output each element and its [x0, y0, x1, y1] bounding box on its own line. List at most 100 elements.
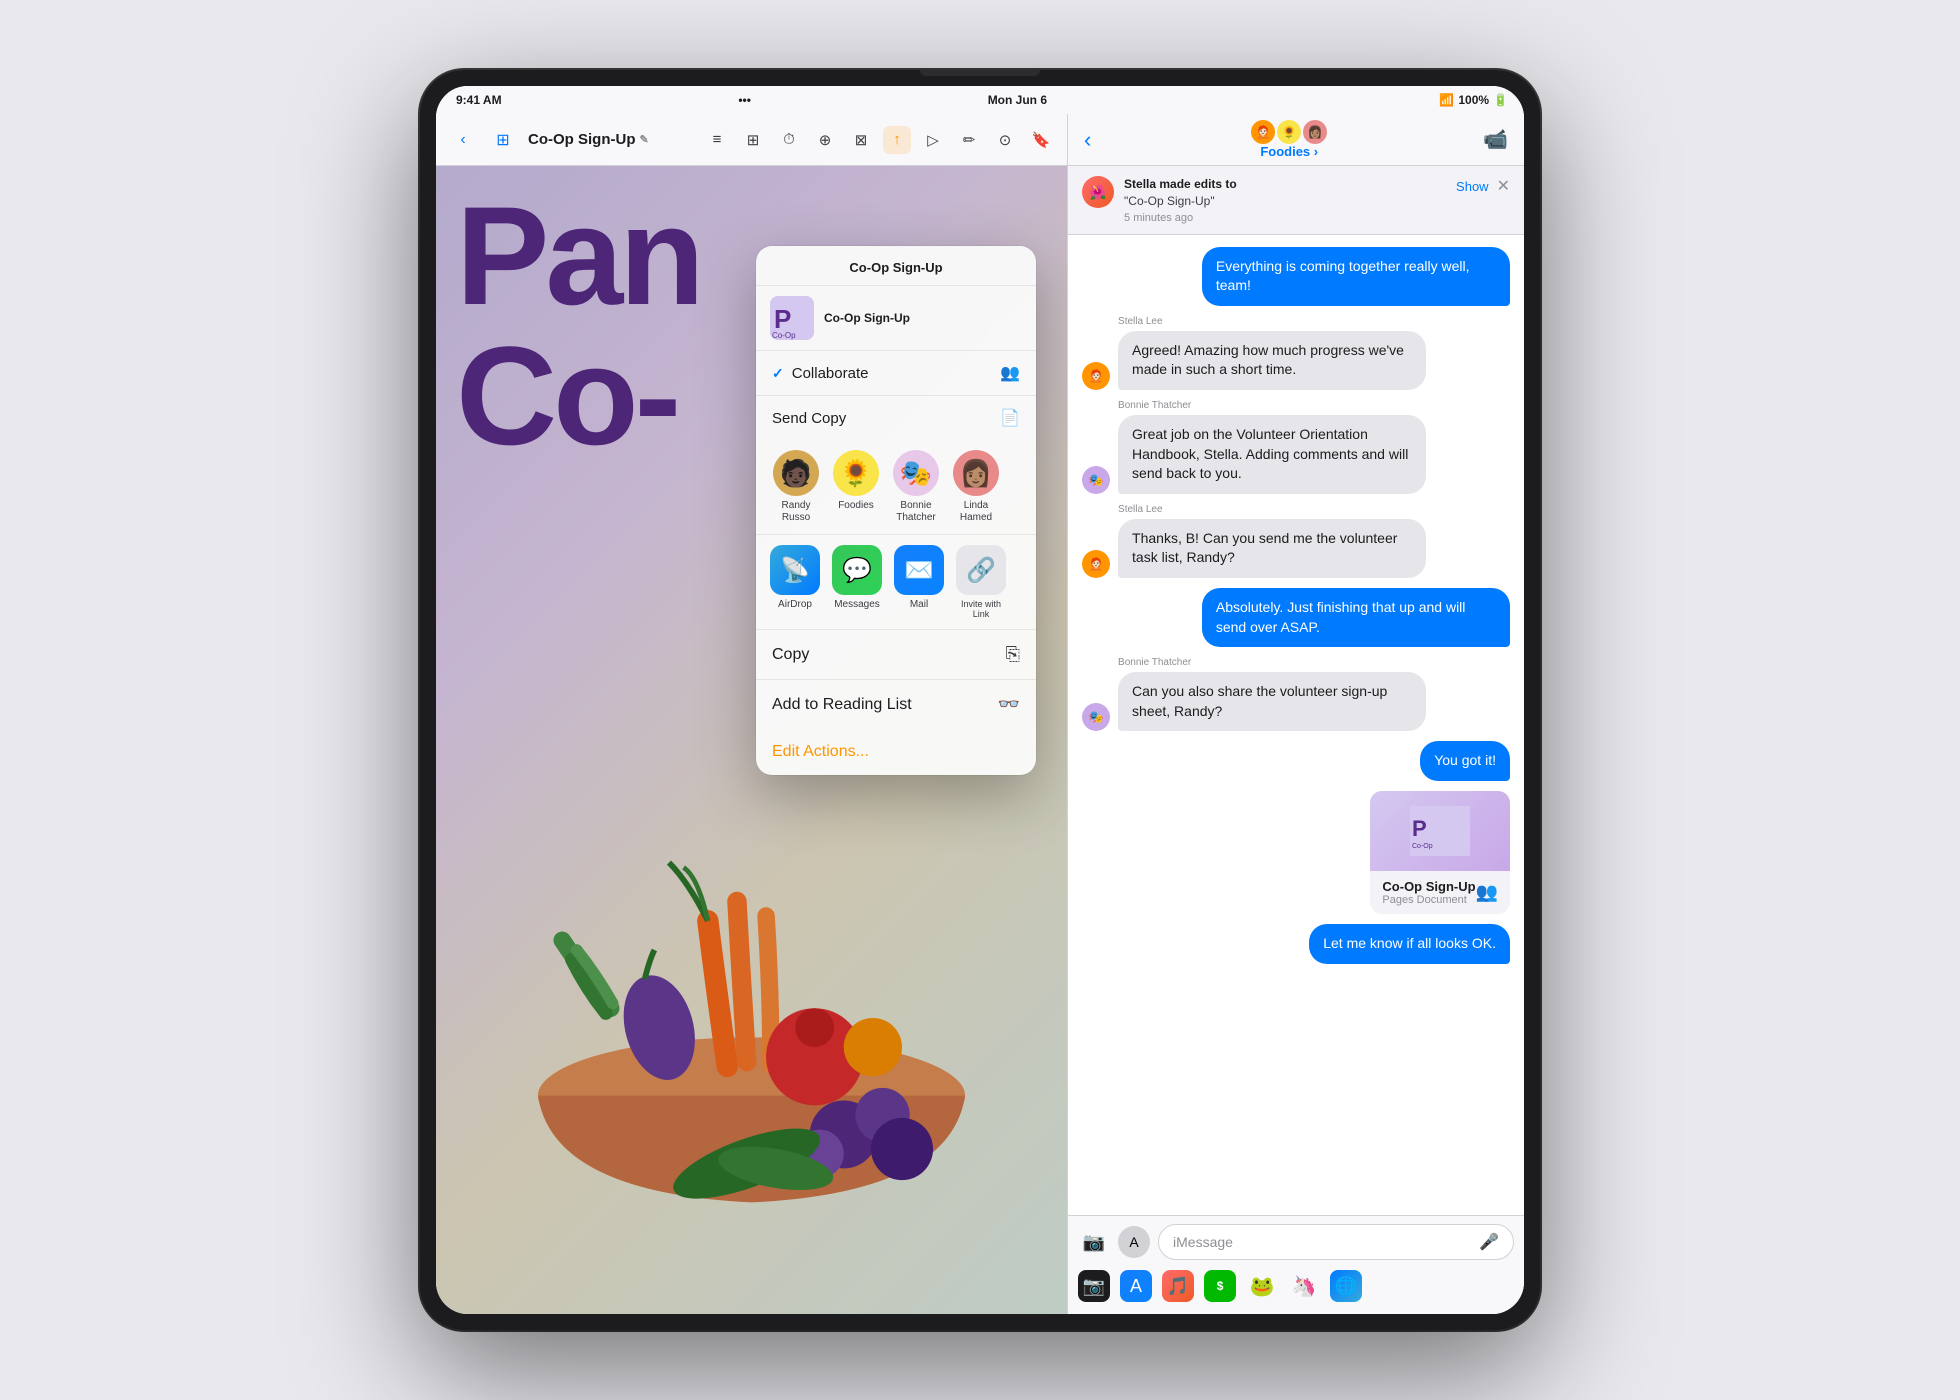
message-8: P Co-Op Co-Op Sign-Up Pages Document [1082, 791, 1510, 914]
notif-content: Stella made edits to "Co-Op Sign-Up" 5 m… [1124, 176, 1446, 224]
timer-button[interactable]: ⏱ [775, 126, 803, 154]
collaborate-row[interactable]: ✓ Collaborate 👥 [756, 351, 1036, 396]
preview-thumbnail: P Co-Op [770, 296, 814, 340]
msg-bubble-3: Great job on the Volunteer Orientation H… [1118, 415, 1426, 494]
msg-bubble-4: Thanks, B! Can you send me the volunteer… [1118, 519, 1426, 578]
input-row: 📷 A iMessage 🎤 [1078, 1224, 1514, 1260]
pencil-button[interactable]: ✏ [955, 126, 983, 154]
strip-emoji-icon[interactable]: 🐸 [1246, 1270, 1278, 1302]
airdrop-icon: 📡 [770, 545, 820, 595]
copy-icon: ⎘ [1006, 644, 1020, 665]
reading-list-action[interactable]: Add to Reading List 👓 [756, 680, 1036, 729]
share-button[interactable]: ↑ [883, 126, 911, 154]
foodies-avatar: 🌻 [833, 450, 879, 496]
svg-text:Co-Op: Co-Op [1412, 843, 1433, 850]
messages-back-button[interactable]: ‹ [1084, 127, 1091, 153]
person-bonnie[interactable]: 🎭 BonnieThatcher [890, 450, 942, 524]
msg-bubble-5: Absolutely. Just finishing that up and w… [1202, 588, 1510, 647]
top-button [920, 70, 1040, 76]
pages-time: 9:41 AM [456, 93, 502, 107]
msg-content-6: Bonnie Thatcher Can you also share the v… [1118, 657, 1426, 731]
strip-globe-icon[interactable]: 🌐 [1330, 1270, 1362, 1302]
messages-pane: ••• 📶 100% 🔋 ‹ 🧑🏻‍🦰 🌻 👩🏽 [1067, 86, 1524, 1314]
stella-avatar-2: 🧑🏻‍🦰 [1082, 550, 1110, 578]
copy-action[interactable]: Copy ⎘ [756, 630, 1036, 680]
mic-button[interactable]: 🎤 [1479, 1232, 1499, 1252]
linda-avatar: 👩🏽 [953, 450, 999, 496]
message-6: 🎭 Bonnie Thatcher Can you also share the… [1082, 657, 1510, 731]
invite-link-item[interactable]: 🔗 Invite withLink [956, 545, 1006, 619]
dots-indicator: ••• [738, 93, 751, 107]
sender-stella-1: Stella Lee [1118, 316, 1426, 327]
msg-bubble-9: Let me know if all looks OK. [1309, 924, 1510, 964]
strip-cash-icon[interactable]: $ [1204, 1270, 1236, 1302]
copy-doc-icon: 📄 [1000, 408, 1020, 428]
pages-toolbar: ‹ ⊞ Co-Op Sign-Up ✎ ≡ ⊞ ⏱ ⊕ ⊠ ↑ ▷ ✏ [436, 114, 1067, 166]
msg-content-3: Bonnie Thatcher Great job on the Volunte… [1118, 400, 1426, 494]
camera-button[interactable]: 📷 [1078, 1226, 1110, 1258]
group-avatar-3: 👩🏽 [1303, 120, 1327, 144]
edit-actions-row[interactable]: Edit Actions... [756, 729, 1036, 775]
collaborate-label: Collaborate [792, 365, 869, 382]
people-icon-attachment: 👥 [1476, 882, 1498, 903]
sender-bonnie-2: Bonnie Thatcher [1118, 657, 1426, 668]
strip-sticker-icon[interactable]: 🦄 [1288, 1270, 1320, 1302]
media-button[interactable]: ⊠ [847, 126, 875, 154]
attachment-name: Co-Op Sign-Up [1382, 879, 1475, 894]
pages-date: Mon Jun 6 [988, 93, 1047, 107]
strip-audio-icon[interactable]: 🎵 [1162, 1270, 1194, 1302]
apps-button[interactable]: A [1118, 1226, 1150, 1258]
randy-name: RandyRusso [782, 500, 811, 524]
video-call-button[interactable]: 📹 [1483, 127, 1508, 152]
invite-icon: 🔗 [956, 545, 1006, 595]
document-canvas: Pan Co- [436, 166, 1067, 1314]
messages-label: Messages [834, 599, 880, 610]
toolbar-right: ≡ ⊞ ⏱ ⊕ ⊠ ↑ ▷ ✏ ⊙ 🔖 [703, 126, 1055, 154]
share-sheet: Co-Op Sign-Up P Co-Op [756, 246, 1036, 775]
msg-content-8: P Co-Op Co-Op Sign-Up Pages Document [1370, 791, 1510, 914]
emoji-button[interactable]: ⊙ [991, 126, 1019, 154]
messages-toolbar: ‹ 🧑🏻‍🦰 🌻 👩🏽 Foodies › 📹 [1068, 114, 1524, 166]
bonnie-avatar-msg-2: 🎭 [1082, 703, 1110, 731]
edit-indicator: ✎ [639, 133, 648, 146]
send-copy-row[interactable]: Send Copy 📄 [756, 396, 1036, 440]
msg-content-7: You got it! [1420, 741, 1510, 781]
mail-label: Mail [910, 599, 928, 610]
person-randy-russo[interactable]: 🧑🏿 RandyRusso [770, 450, 822, 524]
format-button[interactable]: ≡ [703, 126, 731, 154]
person-foodies[interactable]: 🌻 Foodies [830, 450, 882, 524]
table-button[interactable]: ⊞ [739, 126, 767, 154]
strip-appstore-icon[interactable]: A [1120, 1270, 1152, 1302]
message-2: 🧑🏻‍🦰 Stella Lee Agreed! Amazing how much… [1082, 316, 1510, 390]
mail-icon: ✉️ [894, 545, 944, 595]
message-placeholder: iMessage [1173, 1234, 1233, 1250]
group-avatar-1: 🧑🏻‍🦰 [1251, 120, 1275, 144]
person-linda[interactable]: 👩🏽 LindaHamed [950, 450, 1002, 524]
play-button[interactable]: ▷ [919, 126, 947, 154]
share-sheet-title: Co-Op Sign-Up [772, 260, 1020, 275]
people-row: 🧑🏿 RandyRusso 🌻 Foodies 🎭 [756, 440, 1036, 535]
messages-item[interactable]: 💬 Messages [832, 545, 882, 619]
airdrop-item[interactable]: 📡 AirDrop [770, 545, 820, 619]
group-name[interactable]: Foodies › [1260, 144, 1318, 159]
device-screen: 9:41 AM ••• Mon Jun 6 ‹ ⊞ Co-Op Sign-Up … [436, 86, 1524, 1314]
back-button[interactable]: ‹ [448, 125, 478, 155]
message-input[interactable]: iMessage 🎤 [1158, 1224, 1514, 1260]
strip-camera-icon[interactable]: 📷 [1078, 1270, 1110, 1302]
apps-row: 📡 AirDrop 💬 Messages ✉️ Mail [756, 535, 1036, 630]
mail-item[interactable]: ✉️ Mail [894, 545, 944, 619]
preview-info: Co-Op Sign-Up [824, 311, 1022, 325]
sender-bonnie-1: Bonnie Thatcher [1118, 400, 1426, 411]
notification-banner: 🌺 Stella made edits to "Co-Op Sign-Up" 5… [1068, 166, 1524, 235]
doc-attachment[interactable]: P Co-Op Co-Op Sign-Up Pages Document [1370, 791, 1510, 914]
message-1: Everything is coming together really wel… [1082, 247, 1510, 306]
close-notification-button[interactable]: ✕ [1497, 176, 1510, 196]
show-button[interactable]: Show [1456, 179, 1489, 194]
notif-time: 5 minutes ago [1124, 212, 1446, 224]
insert-button[interactable]: ⊕ [811, 126, 839, 154]
view-toggle-button[interactable]: ⊞ [488, 125, 518, 155]
split-view: 9:41 AM ••• Mon Jun 6 ‹ ⊞ Co-Op Sign-Up … [436, 86, 1524, 1314]
preview-name: Co-Op Sign-Up [824, 311, 1022, 325]
bookmark-button[interactable]: 🔖 [1027, 126, 1055, 154]
notif-doc-name: "Co-Op Sign-Up" [1124, 194, 1215, 208]
